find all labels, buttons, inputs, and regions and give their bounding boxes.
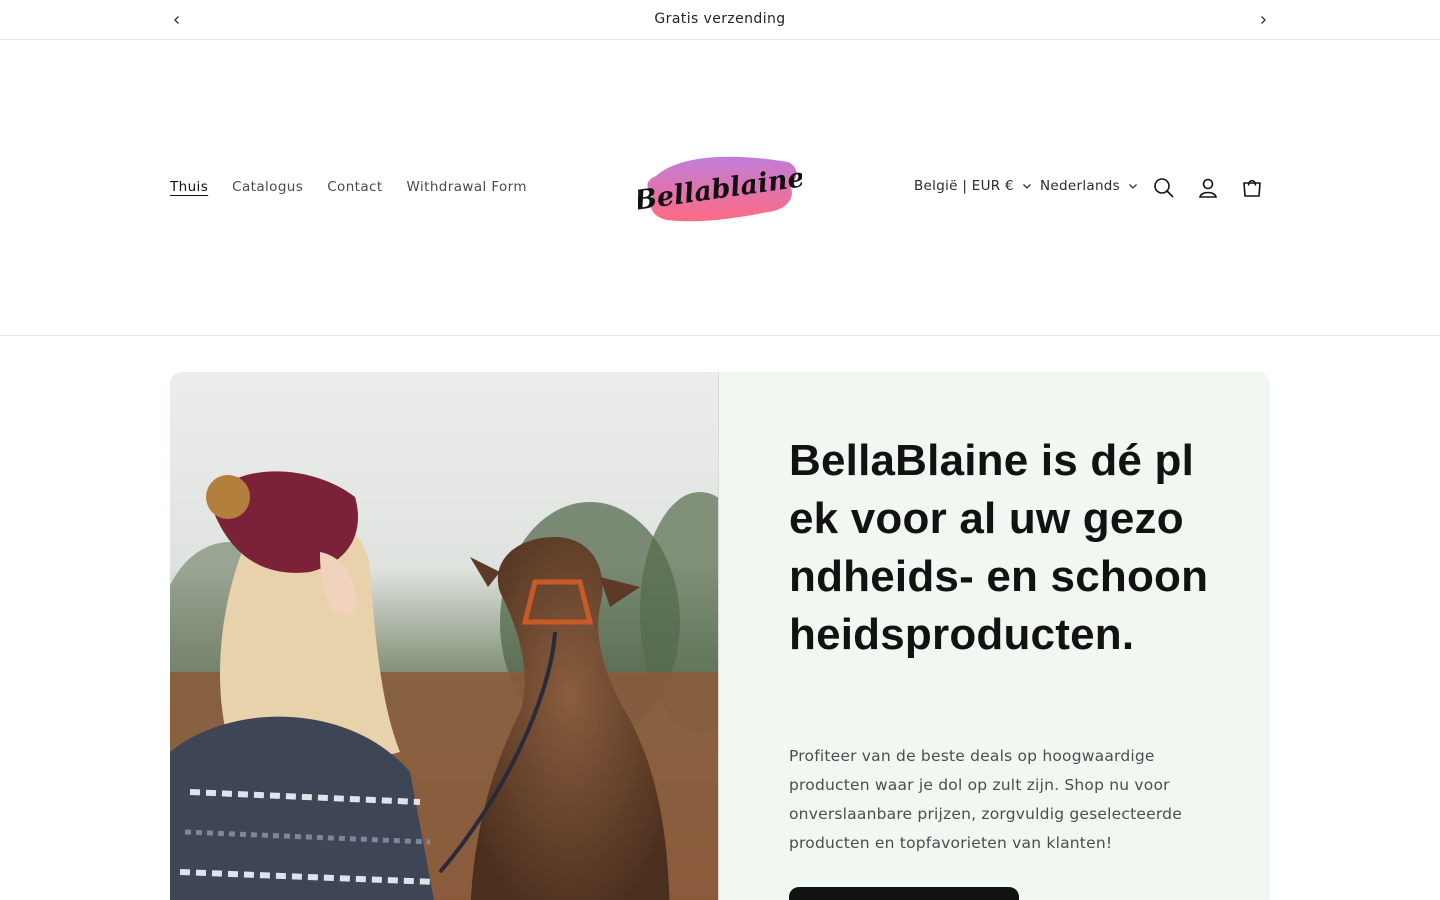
cart-icon [1243, 179, 1261, 197]
hero-banner: BellaBlaine is dé plek voor al uw gezond… [170, 372, 1270, 900]
chevron-down-icon [1022, 184, 1031, 189]
country-selector[interactable]: België | EUR € [914, 178, 1032, 194]
country-selector-label: België | EUR € [914, 178, 1014, 194]
language-selector[interactable]: Nederlands [1040, 178, 1138, 194]
hero-heading: BellaBlaine is dé plek voor al uw gezond… [789, 436, 1209, 659]
hero-content: BellaBlaine is dé plek voor al uw gezond… [719, 372, 1270, 900]
announcement-bar: Gratis verzending [0, 0, 1440, 40]
account-button[interactable] [1194, 174, 1222, 202]
woman-with-llama-image [170, 372, 718, 900]
next-announcement-button[interactable] [1253, 10, 1273, 30]
cart-button[interactable] [1238, 174, 1266, 202]
account-icon [1199, 178, 1217, 198]
hero-cta-button[interactable] [789, 887, 1019, 900]
header-tools: België | EUR € Nederlands [0, 174, 1440, 202]
search-icon [1154, 178, 1174, 198]
language-selector-label: Nederlands [1040, 178, 1121, 194]
hero-image [170, 372, 719, 900]
hero-description: Profiteer van de beste deals op hoogwaar… [789, 747, 1182, 852]
search-button[interactable] [1150, 174, 1178, 202]
site-header: Thuis Catalogus Contact Withdrawal Form … [0, 40, 1440, 336]
announcement-message: Gratis verzending [654, 11, 786, 27]
chevron-down-icon [1129, 184, 1137, 189]
chevron-right-icon [1261, 16, 1266, 24]
